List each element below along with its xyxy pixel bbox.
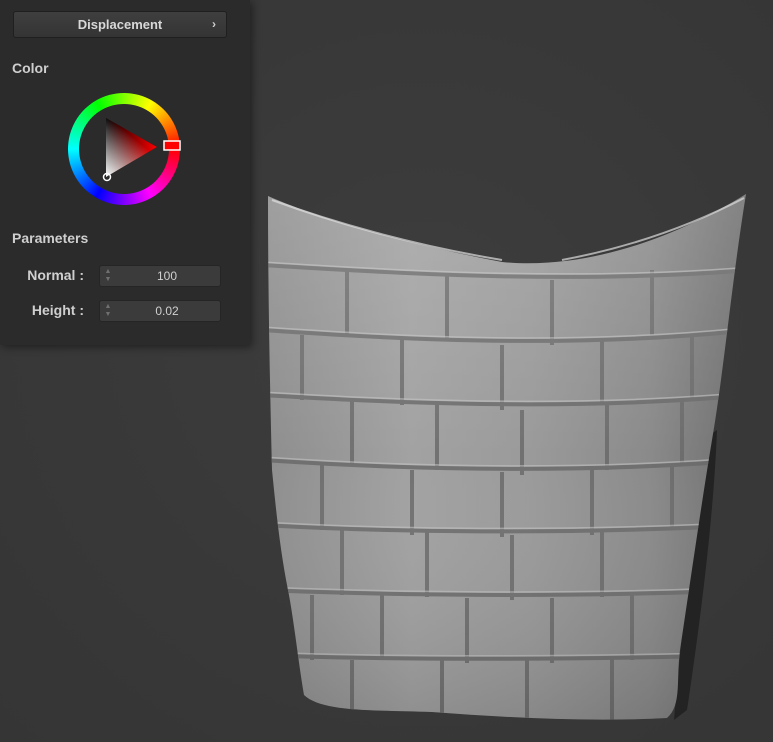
displacement-dropdown[interactable]: Displacement › xyxy=(13,11,227,38)
stepper-arrows-icon[interactable]: ▲ ▼ xyxy=(103,303,113,319)
height-value[interactable]: 0.02 xyxy=(114,301,220,321)
color-wheel[interactable] xyxy=(66,91,182,207)
normal-value[interactable]: 100 xyxy=(114,266,220,286)
chevron-right-icon: › xyxy=(212,17,216,31)
parameters-section-title: Parameters xyxy=(12,230,89,246)
height-spinbox[interactable]: ▲ ▼ 0.02 xyxy=(99,300,221,322)
dropdown-label: Displacement xyxy=(77,17,163,32)
normal-spinbox[interactable]: ▲ ▼ 100 xyxy=(99,265,221,287)
cloth-mesh[interactable] xyxy=(262,190,752,725)
properties-panel: Displacement › Color Parameters Normal:… xyxy=(0,0,250,345)
stepper-arrows-icon[interactable]: ▲ ▼ xyxy=(103,268,113,284)
hue-marker[interactable] xyxy=(163,140,181,151)
normal-label: Normal : xyxy=(27,267,84,283)
color-section-title: Color xyxy=(12,60,49,76)
height-label: Height : xyxy=(31,302,84,318)
3d-viewport[interactable]: Displacement › Color Parameters Normal:… xyxy=(0,0,773,742)
